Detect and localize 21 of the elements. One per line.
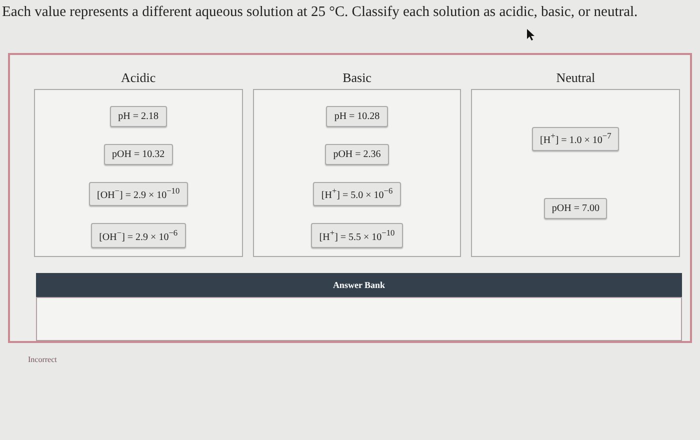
- category-label: Neutral: [556, 69, 596, 87]
- category-label: Acidic: [121, 69, 156, 87]
- answer-tile[interactable]: [H$^{+}$] = 1.0 × 10$^{−7}$: [532, 126, 620, 152]
- answer-tile[interactable]: [H$^{+}$] = 5.0 × 10$^{−6}$: [313, 182, 401, 206]
- category-label: Basic: [342, 69, 372, 87]
- feedback-text: Incorrect: [28, 355, 58, 364]
- answer-tile[interactable]: [OH$^{−}$] = 2.9 × 10$^{−6}$: [91, 223, 186, 248]
- answer-tile[interactable]: pH = 10.28: [326, 106, 388, 127]
- cursor-icon: [526, 28, 535, 40]
- drop-zone[interactable]: pH = 10.28 pOH = 2.36 [H$^{+}$] = 5.0 × 10$^{−6}$ [H$^{+}$] = 5.5 × 10$^{−10}$: [252, 89, 462, 257]
- answer-bank-area[interactable]: [36, 297, 682, 341]
- drop-zone[interactable]: [H$^{+}$] = 1.0 × 10$^{−7}$ pOH = 7.00: [471, 89, 680, 257]
- answer-tile[interactable]: pOH = 7.00: [544, 198, 608, 220]
- drop-zone[interactable]: pH = 2.18 pOH = 10.32 [OH$^{−}$] = 2.9 × 10$^{−10}$ [OH$^{−}$] = 2.9 × 10$^{−6}$: [34, 89, 243, 257]
- answer-tile[interactable]: [OH$^{−}$] = 2.9 × 10$^{−10}$: [89, 182, 188, 206]
- answer-tile[interactable]: pOH = 2.36: [325, 144, 389, 165]
- question-text: Each value represents a different aqueous solution at 25 °C. Classify each solution as acidic, basic, or neutral.: [2, 4, 639, 21]
- answer-tile[interactable]: pOH = 10.32: [104, 144, 173, 165]
- answer-tile[interactable]: pH = 2.18: [110, 106, 167, 127]
- answer-tile[interactable]: [H$^{+}$] = 5.5 × 10$^{−10}$: [311, 223, 403, 248]
- answer-bank-header: Answer Bank: [36, 273, 682, 297]
